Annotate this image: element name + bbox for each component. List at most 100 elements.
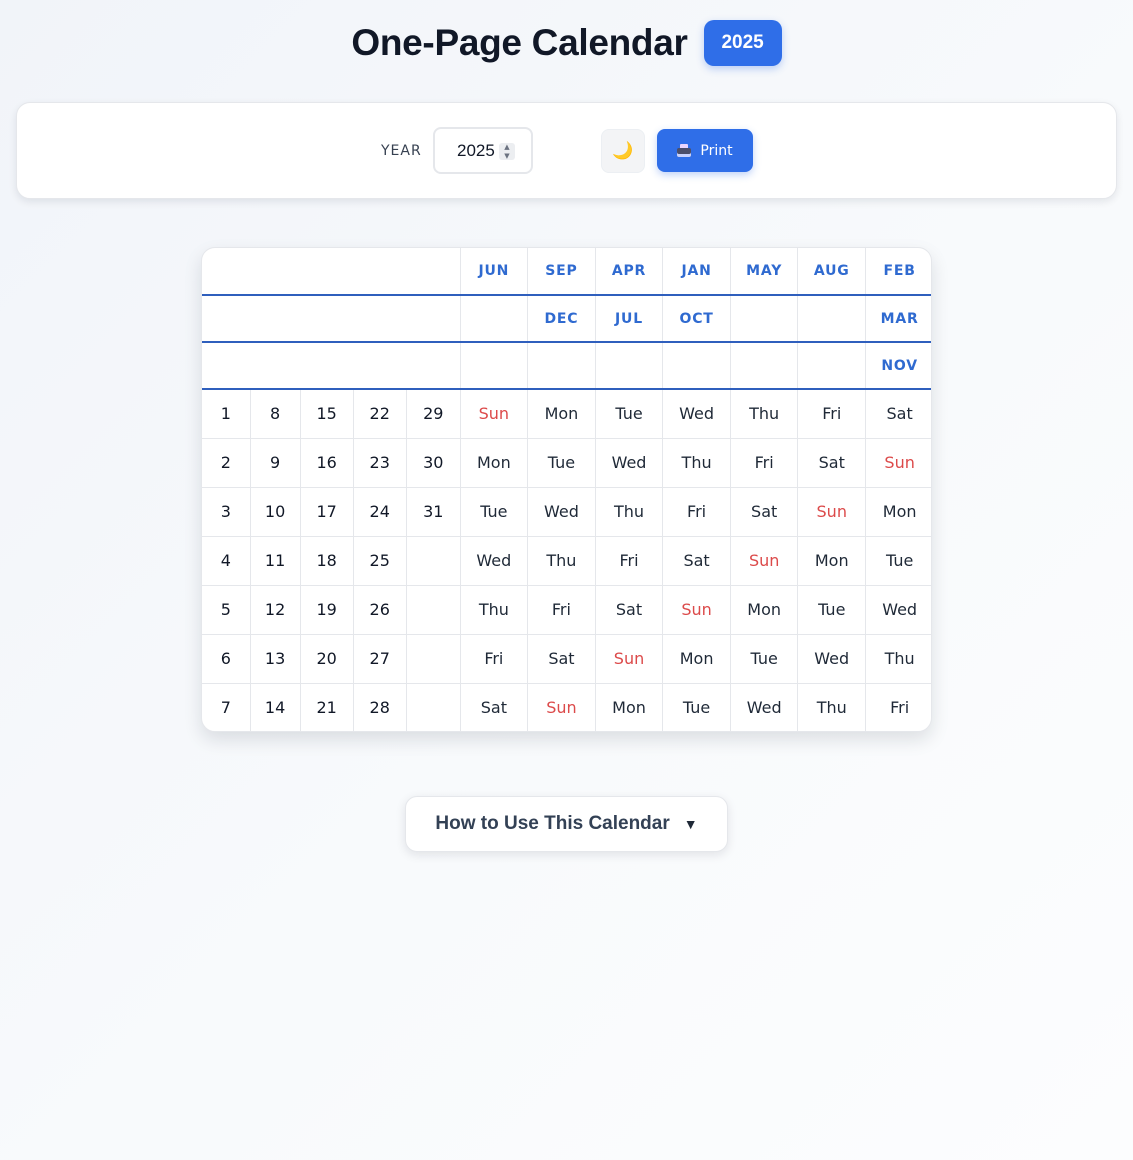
weekday-cell: Tue (595, 389, 664, 439)
weekday-cell: Sun (527, 683, 596, 731)
weekday-cell: Sun (662, 585, 732, 635)
month-cell-empty (406, 342, 461, 390)
weekday-cell: Fri (595, 536, 664, 586)
weekday-cell: Wed (460, 536, 528, 586)
weekday-cell: Fri (460, 634, 528, 684)
weekday-cell: Tue (730, 634, 799, 684)
month-cell-empty (662, 342, 732, 390)
weekday-cell: Thu (662, 438, 732, 488)
month-cell-empty (353, 295, 407, 343)
how-to-use-label: How to Use This Calendar (435, 813, 670, 834)
month-label: JUL (595, 295, 664, 343)
date-cell: 26 (353, 585, 407, 635)
weekday-cell: Sun (797, 487, 867, 537)
date-cell: 23 (353, 438, 407, 488)
date-cell-empty (406, 536, 461, 586)
month-cell-empty (250, 295, 301, 343)
month-cell-empty (797, 342, 867, 390)
weekday-cell: Tue (662, 683, 732, 731)
date-cell: 30 (406, 438, 461, 488)
weekday-cell: Thu (797, 683, 867, 731)
date-cell: 13 (250, 634, 301, 684)
month-cell-empty (406, 248, 461, 296)
weekday-cell: Thu (730, 389, 799, 439)
month-cell-empty (300, 248, 354, 296)
weekday-cell: Mon (662, 634, 732, 684)
month-cell-empty (595, 342, 664, 390)
weekday-cell: Fri (527, 585, 596, 635)
month-cell-empty (406, 295, 461, 343)
month-cell-empty (730, 342, 799, 390)
date-cell: 27 (353, 634, 407, 684)
month-header-row: NOV (202, 342, 931, 390)
month-cell-empty (460, 295, 528, 343)
date-cell: 4 (202, 536, 251, 586)
month-label: JAN (662, 248, 732, 296)
month-header-row: JUN SEP APR JAN MAY AUG FEB (202, 248, 931, 296)
spinner-down-icon[interactable]: ▼ (503, 152, 511, 160)
month-label: AUG (797, 248, 867, 296)
calendar-row: 2 9 16 23 30 Mon Tue Wed Thu Fri Sat Sun (202, 438, 931, 488)
weekday-cell: Wed (595, 438, 664, 488)
moon-icon: 🌙 (612, 141, 634, 161)
weekday-cell: Fri (730, 438, 799, 488)
print-button[interactable]: Print (657, 129, 753, 172)
weekday-cell: Sat (730, 487, 799, 537)
weekday-cell: Thu (527, 536, 596, 586)
weekday-cell: Sat (595, 585, 664, 635)
month-cell-empty (527, 342, 596, 390)
calendar-row: 1 8 15 22 29 Sun Mon Tue Wed Thu Fri Sat (202, 389, 931, 439)
date-cell: 14 (250, 683, 301, 731)
date-cell: 12 (250, 585, 301, 635)
date-cell: 3 (202, 487, 251, 537)
weekday-cell: Sat (527, 634, 596, 684)
month-cell-empty (300, 295, 354, 343)
weekday-cell: Sun (730, 536, 799, 586)
date-cell: 8 (250, 389, 301, 439)
theme-toggle-button[interactable]: 🌙 (601, 129, 645, 173)
month-label: APR (595, 248, 664, 296)
date-cell-empty (406, 634, 461, 684)
year-spinner[interactable]: ▲ ▼ (499, 143, 515, 160)
calendar-row: 3 10 17 24 31 Tue Wed Thu Fri Sat Sun Mon (202, 487, 931, 537)
month-cell-empty (250, 248, 301, 296)
caret-down-icon: ▼ (683, 816, 698, 832)
how-to-use-toggle[interactable]: How to Use This Calendar ▼ (405, 796, 728, 852)
weekday-cell: Wed (527, 487, 596, 537)
spinner-up-icon[interactable]: ▲ (503, 143, 511, 151)
date-cell-empty (406, 683, 461, 731)
page-header: One-Page Calendar 2025 (0, 20, 1133, 66)
month-cell-empty (353, 342, 407, 390)
year-input-value: 2025 (457, 141, 495, 160)
month-cell-empty (202, 295, 251, 343)
date-cell: 29 (406, 389, 461, 439)
weekday-cell: Sat (662, 536, 732, 586)
month-header-row: DEC JUL OCT MAR (202, 295, 931, 343)
printer-icon (677, 144, 692, 157)
weekday-cell: Sun (595, 634, 664, 684)
weekday-cell: Fri (890, 698, 910, 718)
month-cell-empty (460, 342, 528, 390)
year-input[interactable]: 2025 ▲ ▼ (433, 127, 533, 174)
weekday-cell: Tue (865, 536, 931, 586)
weekday-cell: Thu (460, 585, 528, 635)
weekday-cell: Sun (865, 438, 931, 488)
month-label: JUN (460, 248, 528, 296)
date-cell: 16 (300, 438, 354, 488)
month-cell-empty (202, 248, 251, 296)
controls-panel: YEAR 2025 ▲ ▼ 🌙 Print (16, 102, 1117, 199)
weekday-cell: Sat (460, 683, 528, 731)
date-cell: 19 (300, 585, 354, 635)
date-cell: 25 (353, 536, 407, 586)
date-cell-empty (406, 585, 461, 635)
weekday-cell: Mon (527, 389, 596, 439)
year-label: YEAR (381, 143, 422, 159)
date-cell: 17 (300, 487, 354, 537)
year-badge: 2025 (703, 20, 782, 66)
weekday-cell: Tue (797, 585, 867, 635)
month-label: SEP (527, 248, 596, 296)
month-cell-empty (300, 342, 354, 390)
date-cell: 9 (250, 438, 301, 488)
date-cell: 28 (353, 683, 407, 731)
weekday-cell: Wed (730, 683, 799, 731)
